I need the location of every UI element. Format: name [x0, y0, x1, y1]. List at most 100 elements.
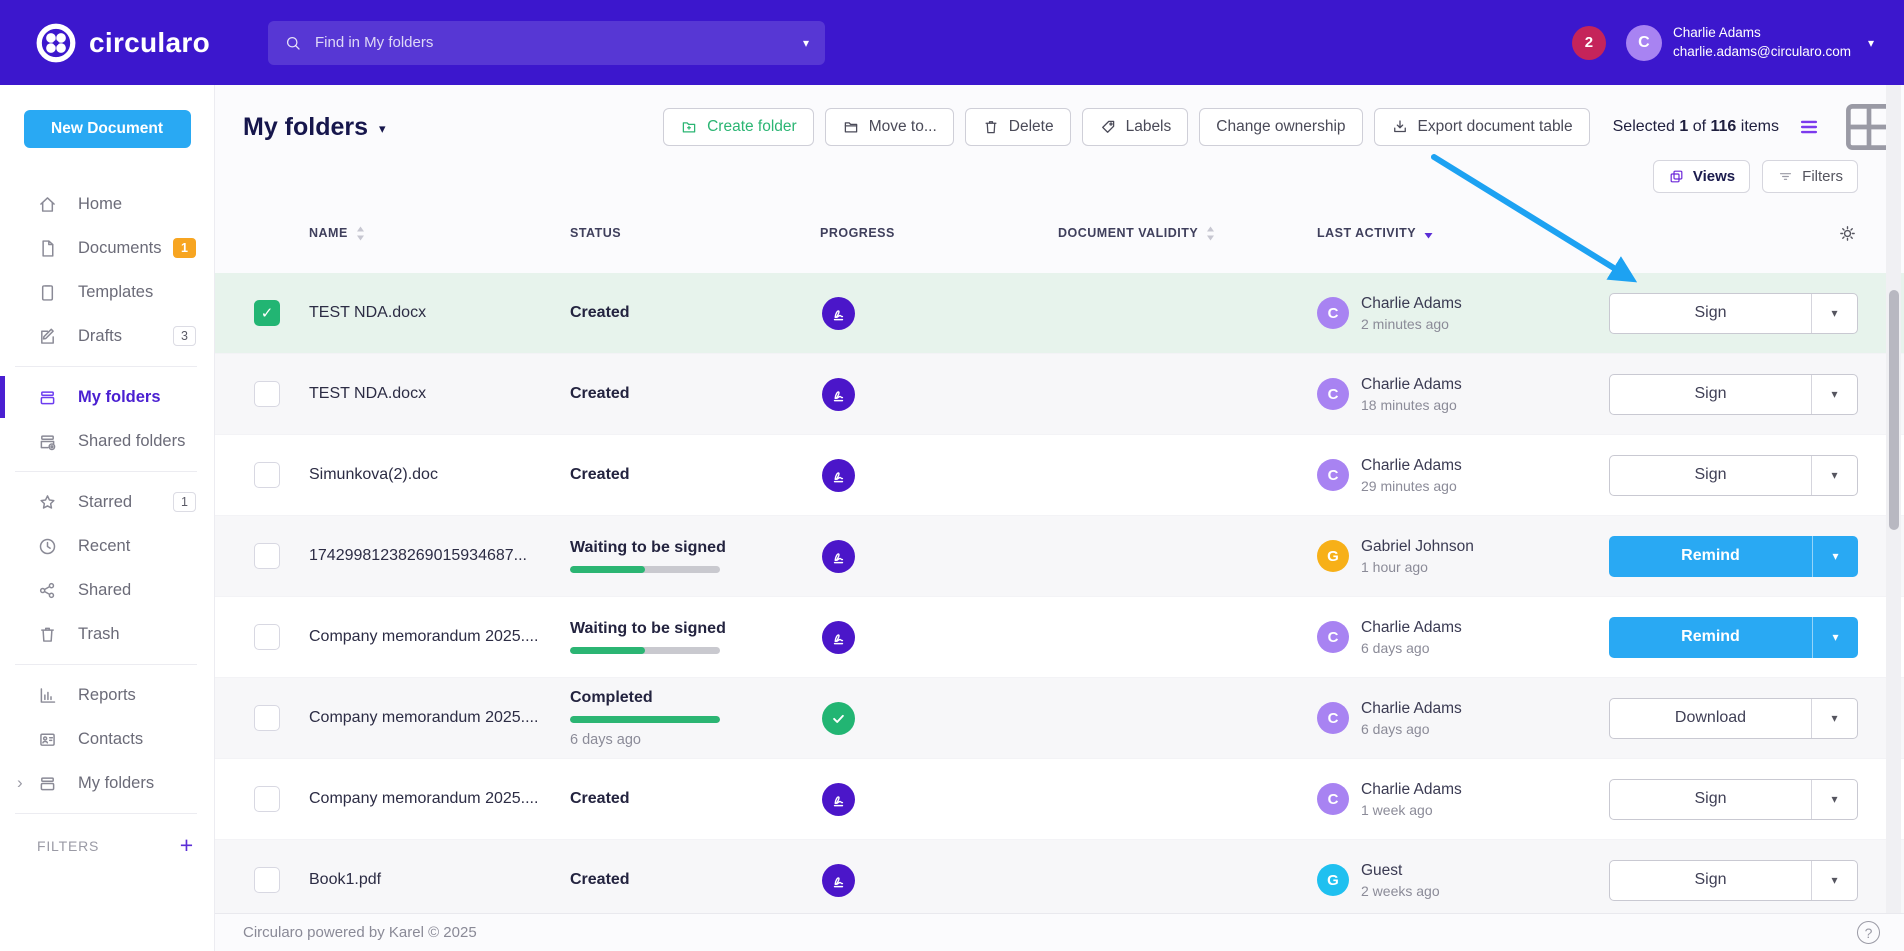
signature-progress-icon[interactable]	[822, 297, 855, 330]
notification-badge[interactable]: 2	[1572, 26, 1606, 60]
table-row[interactable]: Company memorandum 2025.... Completed 6 …	[215, 678, 1904, 759]
document-name[interactable]: TEST NDA.docx	[309, 385, 570, 403]
trash-icon	[982, 118, 1000, 136]
sidebar-item-recent[interactable]: Recent	[0, 524, 214, 568]
action-dropdown-toggle[interactable]: ▾	[1811, 699, 1857, 738]
document-name[interactable]: Simunkova(2).doc	[309, 466, 570, 484]
clock-icon	[37, 536, 58, 557]
search-input[interactable]	[315, 34, 793, 51]
signature-progress-icon[interactable]	[822, 459, 855, 492]
document-name[interactable]: Company memorandum 2025....	[309, 790, 570, 808]
table-row[interactable]: 17429981238269015934687... Waiting to be…	[215, 516, 1904, 597]
row-checkbox[interactable]	[254, 624, 280, 650]
signature-progress-icon[interactable]	[822, 621, 855, 654]
filters-button[interactable]: Filters	[1762, 160, 1858, 193]
action-dropdown-toggle[interactable]: ▾	[1811, 780, 1857, 819]
scrollbar-thumb[interactable]	[1889, 290, 1899, 530]
remind-button[interactable]: Remind	[1609, 617, 1812, 658]
help-button[interactable]: ?	[1857, 921, 1880, 944]
sidebar-item-reports[interactable]: Reports	[0, 673, 214, 717]
row-checkbox[interactable]	[254, 462, 280, 488]
create-folder-button[interactable]: Create folder	[663, 108, 814, 146]
add-filter-button[interactable]: +	[180, 834, 194, 857]
sign-button[interactable]: Sign	[1610, 861, 1811, 900]
scrollbar-track[interactable]	[1886, 85, 1901, 913]
document-name[interactable]: Company memorandum 2025....	[309, 709, 570, 727]
avatar: C	[1317, 783, 1349, 815]
sign-button[interactable]: Sign	[1610, 294, 1811, 333]
table-row[interactable]: Simunkova(2).doc Created C Charlie Adams…	[215, 435, 1904, 516]
action-dropdown-toggle[interactable]: ▾	[1811, 375, 1857, 414]
sidebar-item-home[interactable]: Home	[0, 182, 214, 226]
action-dropdown-toggle[interactable]: ▾	[1812, 617, 1858, 658]
row-checkbox[interactable]	[254, 786, 280, 812]
sidebar-item-contacts[interactable]: Contacts	[0, 717, 214, 761]
brand[interactable]: circularo	[35, 22, 210, 64]
column-header-name[interactable]: NAME	[309, 224, 570, 243]
avatar: C	[1317, 621, 1349, 653]
sidebar-item-label: My folders	[78, 388, 161, 407]
column-header-status[interactable]: STATUS	[570, 226, 820, 240]
sidebar-filters-section: FILTERS +	[0, 822, 214, 857]
change-ownership-button[interactable]: Change ownership	[1199, 108, 1362, 146]
export-icon	[1391, 118, 1409, 136]
sidebar-item-starred[interactable]: Starred1	[0, 480, 214, 524]
column-header-last-activity[interactable]: LAST ACTIVITY	[1317, 224, 1609, 243]
avatar: C	[1317, 702, 1349, 734]
labels-button[interactable]: Labels	[1082, 108, 1189, 146]
export-document-table-button[interactable]: Export document table	[1374, 108, 1590, 146]
document-name[interactable]: Book1.pdf	[309, 871, 570, 889]
new-document-button[interactable]: New Document	[24, 110, 191, 148]
sidebar-item-my-folders[interactable]: My folders	[0, 375, 214, 419]
row-checkbox[interactable]: ✓	[254, 300, 280, 326]
sidebar-item-drafts[interactable]: Drafts3	[0, 314, 214, 358]
action-dropdown-toggle[interactable]: ▾	[1811, 294, 1857, 333]
avatar: G	[1317, 864, 1349, 896]
sign-button[interactable]: Sign	[1610, 456, 1811, 495]
sign-button[interactable]: Sign	[1610, 780, 1811, 819]
move-to-button[interactable]: Move to...	[825, 108, 954, 146]
views-button[interactable]: Views	[1653, 160, 1750, 193]
sidebar-item-documents[interactable]: Documents1	[0, 226, 214, 270]
sidebar-item-templates[interactable]: Templates	[0, 270, 214, 314]
sidebar-item-shared-folders[interactable]: Shared folders	[0, 419, 214, 463]
signature-progress-icon[interactable]	[822, 864, 855, 897]
completed-check-icon[interactable]	[822, 702, 855, 735]
column-header-document-validity[interactable]: DOCUMENT VALIDITY	[1058, 224, 1317, 243]
grid-view-icon[interactable]	[1836, 116, 1858, 138]
action-dropdown-toggle[interactable]: ▾	[1811, 861, 1857, 900]
download-button[interactable]: Download	[1610, 699, 1811, 738]
search-bar[interactable]: ▾	[268, 21, 825, 65]
signature-progress-icon[interactable]	[822, 540, 855, 573]
search-scope-chevron-icon[interactable]: ▾	[803, 36, 809, 50]
row-action-split-button: Remind ▾	[1609, 617, 1858, 658]
sidebar-item-trash[interactable]: Trash	[0, 612, 214, 656]
sidebar-item-my-folders[interactable]: ›My folders	[0, 761, 214, 805]
sign-button[interactable]: Sign	[1610, 375, 1811, 414]
action-dropdown-toggle[interactable]: ▾	[1811, 456, 1857, 495]
column-header-progress[interactable]: PROGRESS	[820, 226, 1058, 240]
row-checkbox[interactable]	[254, 543, 280, 569]
user-menu[interactable]: C Charlie Adams charlie.adams@circularo.…	[1626, 24, 1874, 62]
sidebar-item-shared[interactable]: Shared	[0, 568, 214, 612]
table-row[interactable]: Book1.pdf Created G Guest 2 weeks ago Si…	[215, 840, 1904, 913]
page-title[interactable]: My folders ▾	[243, 113, 386, 142]
table-row[interactable]: ✓ TEST NDA.docx Created C Charlie Adams …	[215, 273, 1904, 354]
table-row[interactable]: TEST NDA.docx Created C Charlie Adams 18…	[215, 354, 1904, 435]
list-view-icon[interactable]	[1798, 116, 1820, 138]
document-name[interactable]: 17429981238269015934687...	[309, 547, 570, 565]
expand-chevron-icon[interactable]: ›	[17, 773, 23, 793]
row-checkbox[interactable]	[254, 381, 280, 407]
table-row[interactable]: Company memorandum 2025.... Waiting to b…	[215, 597, 1904, 678]
row-checkbox[interactable]	[254, 705, 280, 731]
action-dropdown-toggle[interactable]: ▾	[1812, 536, 1858, 577]
table-settings-gear-icon[interactable]	[1837, 223, 1858, 244]
delete-button[interactable]: Delete	[965, 108, 1071, 146]
table-row[interactable]: Company memorandum 2025.... Created C Ch…	[215, 759, 1904, 840]
signature-progress-icon[interactable]	[822, 783, 855, 816]
signature-progress-icon[interactable]	[822, 378, 855, 411]
document-name[interactable]: Company memorandum 2025....	[309, 628, 570, 646]
document-name[interactable]: TEST NDA.docx	[309, 304, 570, 322]
row-checkbox[interactable]	[254, 867, 280, 893]
remind-button[interactable]: Remind	[1609, 536, 1812, 577]
